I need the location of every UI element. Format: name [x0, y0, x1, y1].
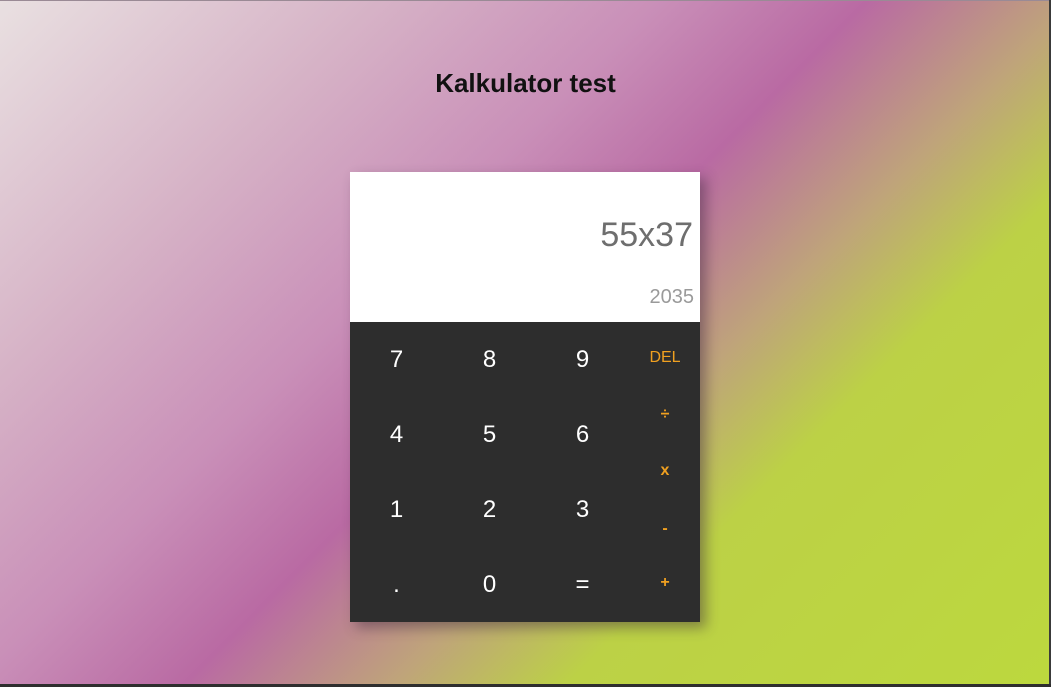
key-4[interactable]: 4	[350, 397, 443, 472]
key-0[interactable]: 0	[443, 547, 536, 622]
key-2[interactable]: 2	[443, 472, 536, 547]
key-6[interactable]: 6	[536, 397, 629, 472]
divide-button[interactable]: ÷	[630, 398, 700, 432]
key-9[interactable]: 9	[536, 322, 629, 397]
key-3[interactable]: 3	[536, 472, 629, 547]
add-button[interactable]: +	[630, 566, 700, 600]
calculator: 55x37 2035 7 8 9 4 5 6 1 2 3 . 0 = DEL ÷…	[350, 172, 700, 622]
key-8[interactable]: 8	[443, 322, 536, 397]
expression-readout: 55x37	[600, 216, 693, 254]
key-5[interactable]: 5	[443, 397, 536, 472]
subtract-button[interactable]: -	[630, 512, 700, 546]
result-readout: 2035	[649, 286, 695, 308]
calculator-display: 55x37 2035	[350, 172, 700, 322]
delete-button[interactable]: DEL	[630, 338, 700, 378]
key-decimal[interactable]: .	[350, 547, 443, 622]
multiply-button[interactable]: x	[630, 454, 700, 488]
keypad: 7 8 9 4 5 6 1 2 3 . 0 = DEL ÷ x - +	[350, 322, 700, 622]
key-1[interactable]: 1	[350, 472, 443, 547]
page-title: Kalkulator test	[435, 68, 616, 98]
key-7[interactable]: 7	[350, 322, 443, 397]
equals-button[interactable]: =	[536, 547, 629, 622]
window-top-edge	[0, 0, 1051, 1]
